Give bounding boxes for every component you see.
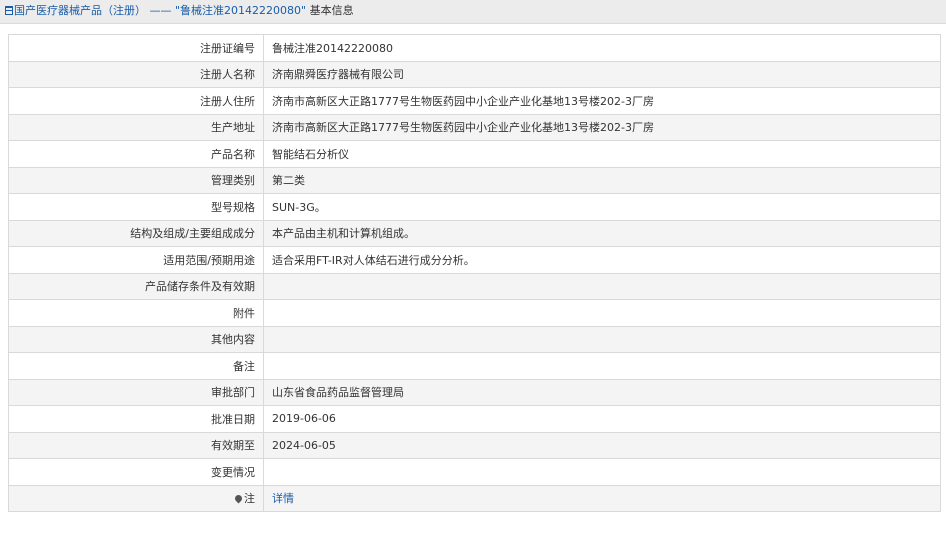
row-label: 注册证编号 bbox=[8, 34, 264, 62]
breadcrumb-separator: —— bbox=[149, 4, 172, 17]
row-value: 鲁械注准20142220080 bbox=[263, 34, 941, 62]
table-row: 管理类别 第二类 bbox=[8, 166, 941, 194]
row-value: 本产品由主机和计算机组成。 bbox=[263, 219, 941, 247]
row-label: 审批部门 bbox=[8, 378, 264, 406]
row-value: 山东省食品药品监督管理局 bbox=[263, 378, 941, 406]
table-row: 注册证编号 鲁械注准20142220080 bbox=[8, 34, 941, 62]
row-label: 注 bbox=[8, 484, 264, 512]
row-label: 附件 bbox=[8, 299, 264, 327]
breadcrumb-current: "鲁械注准20142220080" bbox=[175, 4, 307, 17]
row-label: 生产地址 bbox=[8, 113, 264, 141]
row-value: 适合采用FT-IR对人体结石进行成分分析。 bbox=[263, 246, 941, 274]
row-label: 变更情况 bbox=[8, 458, 264, 486]
table-row-note: 注 详情 bbox=[8, 484, 941, 512]
row-label: 其他内容 bbox=[8, 325, 264, 353]
row-label: 产品名称 bbox=[8, 140, 264, 168]
breadcrumb-suffix: 基本信息 bbox=[309, 4, 354, 17]
row-label: 批准日期 bbox=[8, 405, 264, 433]
row-value: 详情 bbox=[263, 484, 941, 512]
row-value: 2024-06-05 bbox=[263, 431, 941, 459]
breadcrumb: 国产医疗器械产品（注册） —— "鲁械注准20142220080" 基本信息 bbox=[0, 0, 946, 24]
detail-table: 注册证编号 鲁械注准20142220080 注册人名称 济南鼎舜医疗器械有限公司 注… bbox=[8, 34, 941, 512]
row-value: 济南鼎舜医疗器械有限公司 bbox=[263, 60, 941, 88]
row-value bbox=[263, 352, 941, 380]
table-row: 产品储存条件及有效期 bbox=[8, 272, 941, 300]
table-row: 型号规格 SUN-3G。 bbox=[8, 193, 941, 221]
row-value: 2019-06-06 bbox=[263, 405, 941, 433]
row-label: 适用范围/预期用途 bbox=[8, 246, 264, 274]
row-label: 注册人名称 bbox=[8, 60, 264, 88]
row-value: SUN-3G。 bbox=[263, 193, 941, 221]
row-label: 结构及组成/主要组成成分 bbox=[8, 219, 264, 247]
table-row: 产品名称 智能结石分析仪 bbox=[8, 140, 941, 168]
row-value: 第二类 bbox=[263, 166, 941, 194]
table-row: 附件 bbox=[8, 299, 941, 327]
table-row: 其他内容 bbox=[8, 325, 941, 353]
row-value bbox=[263, 458, 941, 486]
row-value bbox=[263, 299, 941, 327]
row-value bbox=[263, 272, 941, 300]
row-label: 备注 bbox=[8, 352, 264, 380]
database-icon bbox=[5, 6, 13, 15]
table-row: 变更情况 bbox=[8, 458, 941, 486]
row-value: 济南市高新区大正路1777号生物医药园中小企业产业化基地13号楼202-3厂房 bbox=[263, 87, 941, 115]
table-row: 注册人名称 济南鼎舜医疗器械有限公司 bbox=[8, 60, 941, 88]
table-row: 结构及组成/主要组成成分 本产品由主机和计算机组成。 bbox=[8, 219, 941, 247]
row-value bbox=[263, 325, 941, 353]
row-label: 有效期至 bbox=[8, 431, 264, 459]
table-row: 适用范围/预期用途 适合采用FT-IR对人体结石进行成分分析。 bbox=[8, 246, 941, 274]
table-row: 批准日期 2019-06-06 bbox=[8, 405, 941, 433]
row-value: 智能结石分析仪 bbox=[263, 140, 941, 168]
table-row: 注册人住所 济南市高新区大正路1777号生物医药园中小企业产业化基地13号楼202… bbox=[8, 87, 941, 115]
row-label: 管理类别 bbox=[8, 166, 264, 194]
breadcrumb-root-link[interactable]: 国产医疗器械产品（注册） bbox=[14, 4, 146, 17]
note-label: 注 bbox=[244, 492, 255, 506]
row-label: 注册人住所 bbox=[8, 87, 264, 115]
table-row: 备注 bbox=[8, 352, 941, 380]
detail-link[interactable]: 详情 bbox=[272, 492, 294, 505]
table-row: 审批部门 山东省食品药品监督管理局 bbox=[8, 378, 941, 406]
table-row: 生产地址 济南市高新区大正路1777号生物医药园中小企业产业化基地13号楼202-… bbox=[8, 113, 941, 141]
row-label: 型号规格 bbox=[8, 193, 264, 221]
row-label: 产品储存条件及有效期 bbox=[8, 272, 264, 300]
table-row: 有效期至 2024-06-05 bbox=[8, 431, 941, 459]
pin-icon bbox=[233, 493, 244, 504]
row-value: 济南市高新区大正路1777号生物医药园中小企业产业化基地13号楼202-3厂房 bbox=[263, 113, 941, 141]
